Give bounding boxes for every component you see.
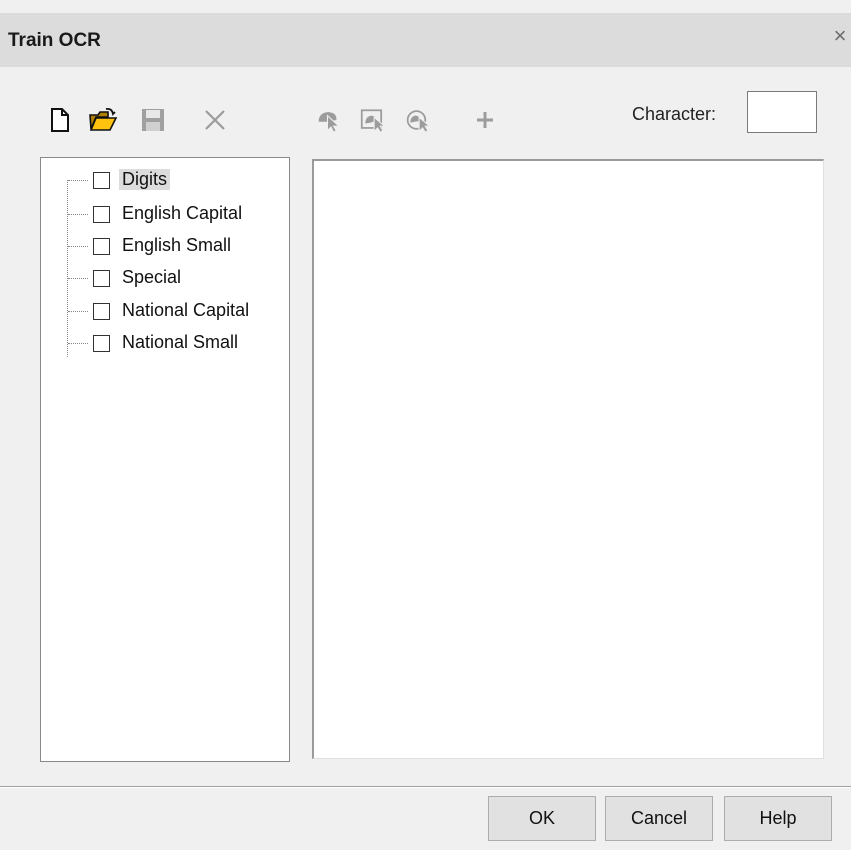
english-small-checkbox[interactable]: [93, 238, 110, 255]
tree-connector: [68, 311, 88, 312]
tree-connector: [68, 246, 88, 247]
tree-connector: [68, 343, 88, 344]
character-preview-area[interactable]: [312, 159, 824, 759]
select-all-icon: [405, 105, 435, 135]
tree-item-label: Digits: [119, 169, 171, 190]
window-title: Train OCR: [8, 30, 101, 51]
title-bar[interactable]: [0, 13, 851, 67]
tree-item-label: English Capital: [122, 203, 243, 223]
tree-item-english-small[interactable]: English Small: [41, 234, 289, 258]
delete-icon: [200, 105, 230, 135]
tree-connector: [68, 214, 88, 215]
help-button[interactable]: Help: [724, 796, 832, 841]
digits-checkbox[interactable]: [93, 172, 110, 189]
tree-item-label: National Capital: [122, 300, 250, 320]
tree-connector: [68, 278, 88, 279]
tree-item-label: English Small: [122, 235, 232, 255]
tree-item-english-capital[interactable]: English Capital: [41, 202, 289, 226]
select-region-icon: [316, 105, 346, 135]
national-small-checkbox[interactable]: [93, 335, 110, 352]
tree-item-national-capital[interactable]: National Capital: [41, 299, 289, 323]
tree-item-label: National Small: [122, 332, 239, 352]
special-checkbox[interactable]: [93, 270, 110, 287]
tree-item-national-small[interactable]: National Small: [41, 331, 289, 355]
english-capital-checkbox[interactable]: [93, 206, 110, 223]
add-icon: [470, 105, 500, 135]
tree-item-digits[interactable]: Digits: [41, 168, 289, 192]
select-image-icon: [360, 105, 390, 135]
tree-item-special[interactable]: Special: [41, 266, 289, 290]
character-set-tree[interactable]: Digits English Capital English Small Spe…: [40, 157, 290, 762]
train-ocr-dialog: Train OCR × Character: Digits English Ca…: [0, 0, 851, 850]
close-icon[interactable]: ×: [828, 22, 851, 50]
footer-divider: [0, 786, 851, 788]
cancel-button[interactable]: Cancel: [605, 796, 713, 841]
open-folder-icon[interactable]: [88, 105, 118, 135]
save-icon: [138, 105, 168, 135]
ok-button[interactable]: OK: [488, 796, 596, 841]
new-document-icon[interactable]: [45, 105, 75, 135]
character-label: Character:: [632, 104, 717, 124]
tree-connector: [68, 180, 88, 181]
national-capital-checkbox[interactable]: [93, 303, 110, 320]
tree-item-label: Special: [122, 267, 182, 287]
character-input[interactable]: [747, 91, 817, 133]
